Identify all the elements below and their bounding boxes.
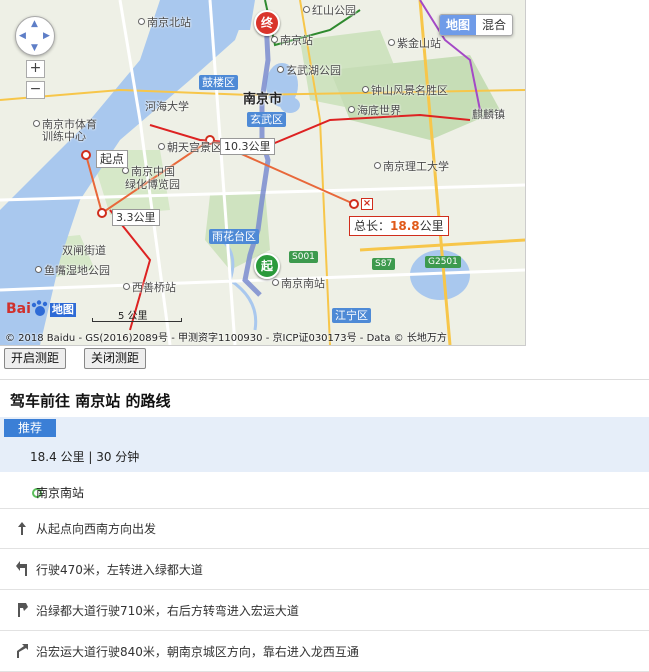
paw-icon [31, 300, 49, 316]
place-label: 钟山风景名胜区 [362, 84, 448, 97]
pan-right-icon[interactable]: ▶ [43, 32, 50, 41]
place-label: 朝天宫景区 [158, 141, 222, 154]
route-step[interactable]: 从起点向西南方向出发 [0, 508, 649, 549]
pan-down-icon[interactable]: ▼ [31, 44, 38, 53]
place-label: 河海大学 [145, 100, 189, 113]
measure-distance-label: 10.3公里 [220, 138, 275, 155]
place-label: 南京站 [271, 34, 313, 47]
turn-left-icon [15, 561, 29, 577]
pan-control[interactable]: ▲ ▼ ◀ ▶ [15, 16, 55, 56]
map-copyright: © 2018 Baidu - GS(2016)2089号 - 甲测资字11009… [5, 333, 447, 344]
map-type-map-button[interactable]: 地图 [439, 15, 476, 35]
place-label: 鱼嘴湿地公园 [35, 264, 110, 277]
zoom-out-button[interactable]: − [26, 81, 45, 99]
map-type-switch[interactable]: 地图 混合 [438, 14, 513, 36]
measure-total-label: 总长：18.8公里 [349, 216, 449, 236]
baidu-logo: Bai 地图 [6, 300, 76, 317]
place-label: 紫金山站 [388, 37, 441, 50]
start-point-icon [15, 484, 42, 500]
route-step[interactable]: 南京南站 [0, 472, 649, 509]
district-badge: 玄武区 [247, 112, 286, 127]
map-canvas[interactable]: 南京北站 红山公园 南京站 玄武湖公园 紫金山站 鼓楼区 南京市 河海大学 玄武… [0, 0, 526, 346]
close-measure-button[interactable]: 关闭测距 [84, 348, 147, 369]
highway-shield: S87 [372, 258, 396, 270]
pan-up-icon[interactable]: ▲ [31, 20, 38, 29]
divider [0, 379, 649, 380]
pan-left-icon[interactable]: ◀ [19, 32, 26, 41]
keep-right-icon [15, 643, 29, 659]
zoom-in-button[interactable]: + [26, 60, 45, 78]
route-title: 驾车前往 南京站 的路线 [10, 392, 171, 410]
route-step[interactable]: 沿绿都大道行驶710米，右后方转弯进入宏运大道 [0, 590, 649, 631]
place-label: 南京理工大学 [374, 160, 449, 173]
place-label: 西善桥站 [123, 281, 176, 294]
place-label: 训练中心 [42, 130, 86, 143]
back-right-turn-icon [15, 602, 29, 618]
district-badge: 江宁区 [332, 308, 371, 323]
straight-arrow-icon [15, 520, 29, 536]
scale-bar: 5 公里 [92, 307, 182, 322]
route-step[interactable]: 沿宏运大道行驶840米，朝南京城区方向，靠右进入龙西互通 [0, 631, 649, 672]
district-badge: 雨花台区 [209, 229, 259, 244]
measure-start-label: 起点 [96, 150, 129, 168]
place-label: 红山公园 [303, 4, 356, 17]
place-label: 南京北站 [138, 16, 191, 29]
place-label: 海底世界 [348, 104, 401, 117]
recommended-route[interactable]: 推荐 18.4 公里 | 30 分钟 [0, 417, 649, 472]
highway-shield: G2501 [425, 256, 461, 268]
place-label: 南京中国 [122, 165, 175, 178]
map-type-hybrid-button[interactable]: 混合 [476, 15, 512, 35]
place-label: 绿化博览园 [125, 178, 180, 191]
end-marker[interactable]: 终 [254, 10, 280, 36]
place-label: 双闸街道 [62, 244, 106, 257]
place-label: 南京南站 [272, 277, 325, 290]
place-label: 玄武湖公园 [277, 64, 341, 77]
route-step[interactable]: 行驶470米，左转进入绿都大道 [0, 549, 649, 590]
open-measure-button[interactable]: 开启测距 [4, 348, 67, 369]
highway-shield: S001 [289, 251, 318, 263]
district-badge: 鼓楼区 [199, 75, 238, 90]
route-summary: 18.4 公里 | 30 分钟 [30, 450, 140, 464]
city-label: 南京市 [243, 92, 283, 107]
start-marker[interactable]: 起 [254, 253, 280, 279]
recommend-tag: 推荐 [4, 419, 57, 437]
measure-distance-label: 3.3公里 [112, 209, 160, 226]
place-label: 麒麟镇 [472, 108, 505, 121]
close-measure-icon[interactable]: × [361, 198, 373, 210]
